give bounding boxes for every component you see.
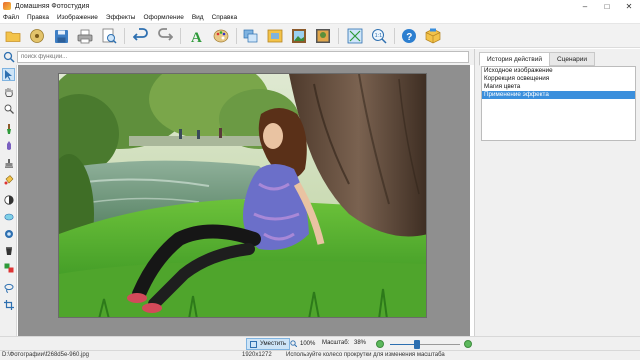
help-icon[interactable]: ? bbox=[400, 27, 418, 45]
photo-frame-icon[interactable] bbox=[290, 27, 308, 45]
file-path: D:\Фотографии\f268d5e-960.jpg bbox=[2, 352, 89, 358]
history-item[interactable]: Коррекция освещения bbox=[482, 75, 635, 83]
minimize-button[interactable]: – bbox=[574, 0, 596, 12]
search-input[interactable] bbox=[17, 51, 469, 63]
layers-mix-icon[interactable] bbox=[2, 261, 15, 274]
zoom-in-button[interactable] bbox=[464, 340, 472, 348]
title-bar: Домашняя Фотостудия – □ ✕ bbox=[0, 0, 640, 12]
contrast-icon[interactable] bbox=[2, 193, 15, 206]
zoom-slider-fill bbox=[390, 344, 417, 345]
tab-scenarios[interactable]: Сценарии bbox=[549, 52, 596, 66]
frame-icon[interactable] bbox=[266, 27, 284, 45]
undo-icon[interactable] bbox=[132, 27, 150, 45]
svg-text:?: ? bbox=[406, 32, 412, 43]
zoom-bar: Уместить 100% Масштаб: 38% bbox=[0, 336, 640, 350]
zoom-slider-thumb[interactable] bbox=[414, 340, 420, 349]
svg-text:1:1: 1:1 bbox=[375, 33, 383, 39]
close-button[interactable]: ✕ bbox=[618, 0, 640, 12]
redo-icon[interactable] bbox=[156, 27, 174, 45]
fill-icon[interactable] bbox=[2, 173, 15, 186]
stamp-icon[interactable] bbox=[2, 156, 15, 169]
history-item[interactable]: Магия цвета bbox=[482, 83, 635, 91]
collage-icon[interactable] bbox=[314, 27, 332, 45]
image-dimensions: 1920x1272 bbox=[242, 352, 272, 358]
toolbar-separator bbox=[338, 28, 339, 44]
history-item-selected[interactable]: Применение эффекта bbox=[482, 91, 635, 99]
text-icon[interactable]: A bbox=[188, 27, 206, 45]
tab-history[interactable]: История действий bbox=[479, 52, 550, 66]
toolbar-separator bbox=[124, 28, 125, 44]
tools-panel bbox=[0, 65, 17, 336]
zoom-tool-icon[interactable] bbox=[2, 102, 15, 115]
palette-icon[interactable] bbox=[212, 27, 230, 45]
dropper-icon[interactable] bbox=[2, 139, 15, 152]
actual-size-label: 100% bbox=[300, 340, 316, 347]
window-controls: – □ ✕ bbox=[574, 0, 640, 12]
resize-icon[interactable] bbox=[346, 27, 364, 45]
toolbar-separator bbox=[236, 28, 237, 44]
crop-icon[interactable] bbox=[2, 298, 15, 311]
package-icon[interactable] bbox=[424, 27, 442, 45]
app-icon bbox=[3, 2, 11, 10]
scale-icon[interactable]: 1:1 bbox=[370, 27, 388, 45]
history-item[interactable]: Исходное изображение bbox=[482, 67, 635, 75]
brush-icon[interactable] bbox=[2, 122, 15, 135]
zoom-out-button[interactable] bbox=[376, 340, 384, 348]
maximize-button[interactable]: □ bbox=[596, 0, 618, 12]
scale-label: Масштаб: bbox=[322, 340, 350, 346]
print-icon[interactable] bbox=[76, 27, 94, 45]
right-panel: История действий Сценарии Исходное изобр… bbox=[474, 49, 640, 336]
toolbar-separator bbox=[180, 28, 181, 44]
menu-design[interactable]: Оформление bbox=[143, 14, 183, 21]
filmstrip-icon[interactable] bbox=[28, 27, 46, 45]
search-icon bbox=[3, 51, 15, 63]
window-title: Домашняя Фотостудия bbox=[15, 2, 90, 10]
magnifier-icon bbox=[290, 340, 297, 347]
menu-effects[interactable]: Эффекты bbox=[106, 14, 136, 21]
lasso-icon[interactable] bbox=[2, 281, 15, 294]
menu-edit[interactable]: Правка bbox=[27, 14, 49, 21]
image-canvas[interactable] bbox=[18, 65, 470, 336]
panel-tabs: История действий Сценарии bbox=[479, 52, 596, 66]
fit-button[interactable]: Уместить bbox=[246, 338, 290, 350]
history-list: Исходное изображение Коррекция освещения… bbox=[481, 66, 636, 141]
open-folder-icon[interactable] bbox=[4, 27, 22, 45]
status-bar: D:\Фотографии\f268d5e-960.jpg 1920x1272 … bbox=[0, 350, 640, 360]
preview-icon[interactable] bbox=[100, 27, 118, 45]
toolbar: A 1:1 ? bbox=[0, 23, 640, 48]
menu-bar: Файл Правка Изображение Эффекты Оформлен… bbox=[0, 12, 640, 23]
menu-view[interactable]: Вид bbox=[192, 14, 204, 21]
layers-icon[interactable] bbox=[242, 27, 260, 45]
save-icon[interactable] bbox=[52, 27, 70, 45]
menu-help[interactable]: Справка bbox=[212, 14, 238, 21]
actual-size-button[interactable]: 100% bbox=[290, 340, 315, 347]
bucket-icon[interactable] bbox=[2, 244, 15, 257]
svg-text:A: A bbox=[191, 30, 202, 44]
menu-file[interactable]: Файл bbox=[3, 14, 19, 21]
fit-icon bbox=[250, 340, 257, 348]
toolbar-separator bbox=[394, 28, 395, 44]
status-hint: Используйте колесо прокрутки для изменен… bbox=[286, 352, 445, 358]
zoom-slider[interactable] bbox=[390, 340, 460, 349]
menu-image[interactable]: Изображение bbox=[57, 14, 98, 21]
circle-icon[interactable] bbox=[2, 227, 15, 240]
pointer-icon[interactable] bbox=[2, 68, 15, 81]
hand-icon[interactable] bbox=[2, 85, 15, 98]
photo-image[interactable] bbox=[58, 73, 427, 318]
ellipse-icon[interactable] bbox=[2, 210, 15, 223]
fit-label: Уместить bbox=[260, 341, 286, 347]
search-row bbox=[0, 49, 474, 65]
scale-value: 38% bbox=[354, 340, 367, 346]
